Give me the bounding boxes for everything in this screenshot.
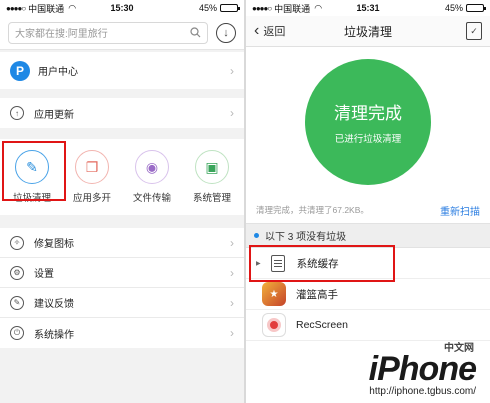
- status-bar: ●●●●○ 中国联通 ◠ 15:30 45%: [0, 0, 244, 16]
- item-label: 系统缓存: [296, 257, 339, 270]
- chevron-left-icon: ‹: [254, 22, 260, 39]
- search-icon: [190, 27, 201, 38]
- battery-indicator: 45%: [198, 3, 240, 13]
- battery-indicator: 45%: [444, 3, 486, 13]
- list-item-system-cache[interactable]: ▶ 系统缓存: [246, 248, 490, 279]
- tool-label: 应用多开: [72, 193, 111, 204]
- bullet-icon: [254, 233, 259, 238]
- chevron-right-icon: ›: [230, 63, 234, 78]
- section-header: 以下 3 项没有垃圾: [246, 223, 490, 248]
- slam-dunk-app-icon: ★: [262, 282, 286, 306]
- wifi-icon: ◠: [314, 2, 323, 13]
- tool-system-manage[interactable]: ▣ 系统管理: [182, 139, 242, 215]
- chevron-right-icon: ›: [230, 326, 234, 340]
- chevron-right-icon: ›: [230, 106, 234, 120]
- menu-repair-icons[interactable]: ✧ 修复图标 ›: [0, 228, 244, 258]
- list-item-app[interactable]: RecScreen: [246, 310, 490, 341]
- toolbox-icon: ▣: [195, 150, 229, 184]
- signal-icon: ●●●●○: [252, 3, 272, 13]
- tool-file-transfer[interactable]: ◉ 文件传输: [122, 139, 182, 215]
- recscreen-app-icon: [262, 313, 286, 337]
- gear-icon: ⚙: [10, 265, 24, 280]
- back-label: 返回: [263, 26, 286, 38]
- result-area: 清理完成 已进行垃圾清理: [246, 47, 490, 197]
- menu-label: 系统操作: [34, 329, 74, 341]
- power-icon: ⏻: [10, 326, 24, 340]
- wifi-icon: ◠: [68, 2, 77, 13]
- result-headline: 清理完成: [334, 104, 402, 123]
- nav-bar: ‹ 返回 垃圾清理 ✓: [246, 16, 490, 47]
- download-icon[interactable]: ↓: [216, 22, 236, 43]
- copy-icon: ❐: [75, 150, 109, 184]
- search-row: 大家都在搜:阿里旅行 ↓: [0, 16, 244, 50]
- summary-text: 清理完成，共清理了67.2KB。: [256, 205, 369, 215]
- tool-label: 系统管理: [192, 193, 231, 204]
- battery-icon: [466, 4, 486, 12]
- item-label: 灌篮高手: [296, 288, 338, 301]
- search-input[interactable]: 大家都在搜:阿里旅行: [8, 21, 208, 44]
- app-update-row[interactable]: ↑ 应用更新 ›: [0, 98, 244, 128]
- battery-percent: 45%: [444, 3, 463, 13]
- carrier-label: 中国联通: [274, 3, 311, 14]
- document-icon: [270, 254, 285, 272]
- menu-system-ops[interactable]: ⏻ 系统操作 ›: [0, 318, 244, 348]
- pp-logo-icon: P: [10, 60, 30, 81]
- menu-label: 设置: [34, 269, 54, 280]
- summary-row: 清理完成，共清理了67.2KB。 重新扫描: [246, 197, 490, 223]
- wireless-icon: ◉: [135, 150, 169, 184]
- menu-label: 建议反馈: [34, 299, 74, 310]
- tool-label: 文件传输: [132, 193, 171, 204]
- checklist-icon[interactable]: ✓: [466, 22, 482, 40]
- item-label: RecScreen: [296, 319, 348, 331]
- broom-icon: ✎: [15, 150, 49, 184]
- menu-settings[interactable]: ⚙ 设置 ›: [0, 258, 244, 288]
- expand-arrow-icon: ▶: [256, 260, 261, 267]
- upload-icon: ↑: [10, 106, 24, 120]
- user-center-label: 用户中心: [38, 67, 78, 78]
- status-bar: ●●●●○ 中国联通 ◠ 15:31 45%: [246, 0, 490, 16]
- settings-list: ✧ 修复图标 › ⚙ 设置 › ✎ 建议反馈 › ⏻ 系统操作 ›: [0, 228, 244, 348]
- signal-icon: ●●●●○: [6, 3, 26, 13]
- result-subline: 已进行垃圾清理: [334, 134, 402, 145]
- right-phone-screen: ●●●●○ 中国联通 ◠ 15:31 45% ‹ 返回 垃圾清理 ✓ 清理完成 …: [246, 0, 490, 403]
- user-center-row[interactable]: P 用户中心 ›: [0, 52, 244, 89]
- chevron-right-icon: ›: [230, 265, 234, 280]
- chevron-right-icon: ›: [230, 235, 234, 250]
- clean-complete-circle: 清理完成 已进行垃圾清理: [305, 59, 431, 185]
- left-phone-screen: ●●●●○ 中国联通 ◠ 15:30 45% 大家都在搜:阿里旅行 ↓ P 用户…: [0, 0, 244, 403]
- list-item-app[interactable]: ★ 灌篮高手: [246, 279, 490, 310]
- carrier-label: 中国联通: [28, 3, 65, 14]
- tool-label: 垃圾清理: [12, 193, 51, 204]
- back-button[interactable]: ‹ 返回: [254, 23, 285, 39]
- search-placeholder: 大家都在搜:阿里旅行: [15, 29, 108, 40]
- rescan-button[interactable]: 重新扫描: [440, 203, 480, 218]
- tool-junk-clean[interactable]: ✎ 垃圾清理: [2, 139, 62, 215]
- menu-label: 修复图标: [34, 239, 74, 250]
- menu-feedback[interactable]: ✎ 建议反馈 ›: [0, 288, 244, 318]
- battery-icon: [220, 4, 240, 12]
- section-header-label: 以下 3 项没有垃圾: [265, 232, 347, 243]
- pencil-icon: ✎: [10, 295, 24, 310]
- app-update-label: 应用更新: [34, 109, 74, 121]
- chevron-right-icon: ›: [230, 295, 234, 310]
- battery-percent: 45%: [198, 3, 217, 13]
- tools-grid: ✎ 垃圾清理 ❐ 应用多开 ◉ 文件传输 ▣ 系统管理: [0, 139, 244, 215]
- tool-app-multi[interactable]: ❐ 应用多开: [62, 139, 122, 215]
- repair-icon: ✧: [10, 235, 24, 250]
